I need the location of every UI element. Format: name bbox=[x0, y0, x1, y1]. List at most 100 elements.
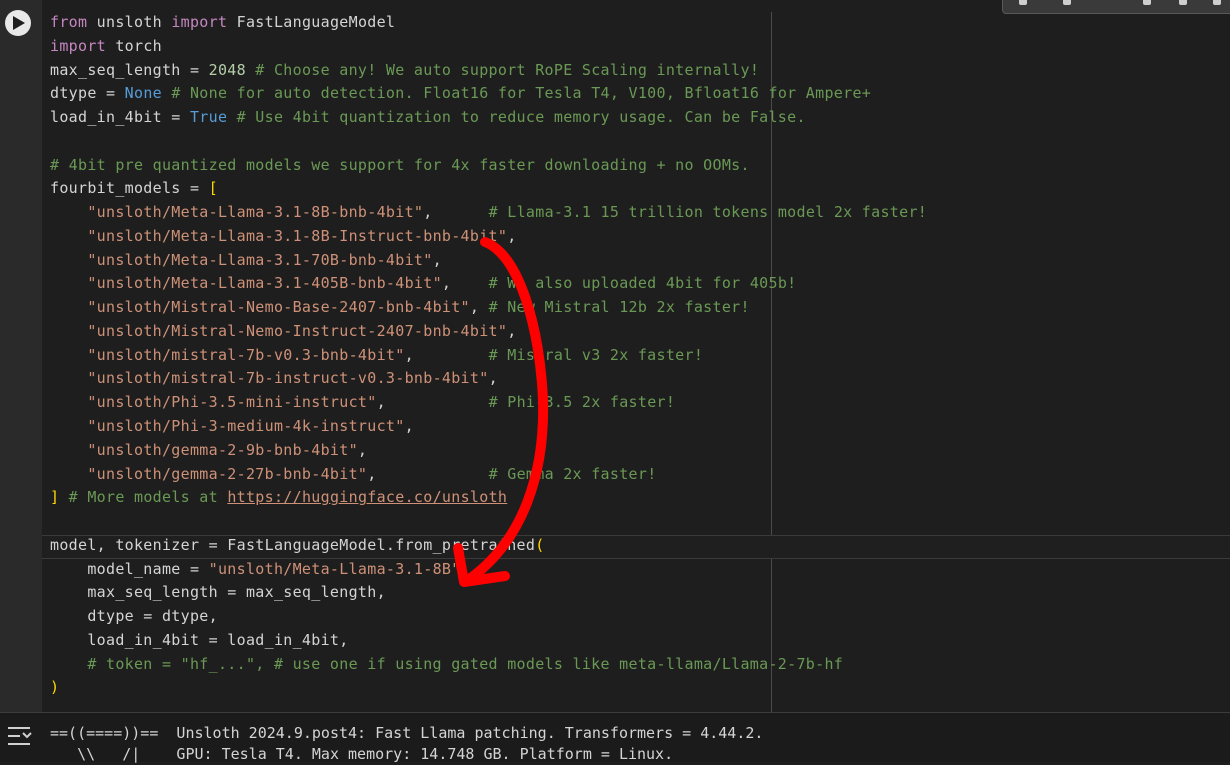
code-token: , bbox=[488, 369, 498, 388]
cell-toolbar bbox=[1002, 0, 1230, 14]
code-line[interactable]: model_name = "unsloth/Meta-Llama-3.1-8B"… bbox=[50, 558, 927, 582]
code-token: , bbox=[507, 226, 517, 245]
code-token: torch bbox=[106, 36, 162, 55]
code-token: ] bbox=[50, 488, 60, 507]
code-line[interactable] bbox=[50, 130, 927, 154]
code-token: # Use 4bit quantization to reduce memory… bbox=[227, 108, 806, 127]
code-line[interactable]: "unsloth/gemma-2-27b-bnb-4bit", # Gemma … bbox=[50, 463, 927, 487]
code-token: , bbox=[404, 417, 414, 436]
code-token: , bbox=[367, 464, 489, 483]
code-token: , bbox=[423, 203, 489, 222]
code-line[interactable]: "unsloth/Mistral-Nemo-Instruct-2407-bnb-… bbox=[50, 320, 927, 344]
code-line[interactable]: # 4bit pre quantized models we support f… bbox=[50, 154, 927, 178]
code-content[interactable]: from unsloth import FastLanguageModel imp… bbox=[50, 11, 927, 700]
code-token: , bbox=[432, 250, 442, 269]
code-line[interactable]: dtype = None # None for auto detection. … bbox=[50, 82, 927, 106]
code-line[interactable]: "unsloth/gemma-2-9b-bnb-4bit", bbox=[50, 439, 927, 463]
toolbar-icon[interactable] bbox=[1019, 0, 1027, 5]
code-token: "unsloth/Mistral-Nemo-Base-2407-bnb-4bit… bbox=[87, 298, 470, 317]
code-token: [ bbox=[208, 179, 218, 198]
output-toggle-icon[interactable] bbox=[6, 725, 32, 747]
code-line[interactable]: # token = "hf_...", # use one if using g… bbox=[50, 653, 927, 677]
code-token: , bbox=[357, 440, 368, 459]
code-token: "unsloth/Mistral-Nemo-Instruct-2407-bnb-… bbox=[87, 321, 508, 340]
code-token: "unsloth/gemma-2-9b-bnb-4bit" bbox=[87, 440, 358, 459]
code-link[interactable]: https://huggingface.co/unsloth bbox=[227, 488, 507, 506]
code-line[interactable]: fourbit_models = [ bbox=[50, 177, 927, 201]
code-token: import bbox=[171, 13, 228, 31]
code-token: max_seq_length = bbox=[50, 60, 209, 79]
output-line: ==((====))== Unsloth 2024.9.post4: Fast … bbox=[50, 724, 764, 742]
code-line[interactable]: "unsloth/Meta-Llama-3.1-405B-bnb-4bit", … bbox=[50, 272, 927, 296]
code-token: , bbox=[441, 274, 489, 293]
toolbar-icon[interactable] bbox=[1179, 0, 1187, 5]
play-icon bbox=[13, 16, 25, 30]
code-line[interactable]: model, tokenizer = FastLanguageModel.fro… bbox=[50, 534, 927, 558]
code-line[interactable]: import torch bbox=[50, 35, 927, 59]
code-line[interactable]: load_in_4bit = True # Use 4bit quantizat… bbox=[50, 106, 927, 130]
code-token: , bbox=[460, 559, 470, 578]
code-token: "unsloth/Meta-Llama-3.1-8B-bnb-4bit" bbox=[87, 203, 424, 222]
code-token: ) bbox=[50, 678, 60, 697]
code-token: load_in_4bit = load_in_4bit, bbox=[50, 630, 349, 649]
code-line[interactable]: "unsloth/mistral-7b-v0.3-bnb-4bit", # Mi… bbox=[50, 344, 927, 368]
code-token: 2048 bbox=[208, 60, 246, 79]
run-cell-button[interactable] bbox=[5, 10, 31, 36]
code-token: "unsloth/gemma-2-27b-bnb-4bit" bbox=[87, 464, 368, 483]
code-token: True bbox=[189, 108, 228, 127]
code-token: "unsloth/Phi-3.5-mini-instruct" bbox=[87, 393, 377, 412]
code-line[interactable]: load_in_4bit = load_in_4bit, bbox=[50, 629, 927, 653]
code-line[interactable]: "unsloth/Mistral-Nemo-Base-2407-bnb-4bit… bbox=[50, 296, 927, 320]
code-line[interactable]: "unsloth/Meta-Llama-3.1-8B-Instruct-bnb-… bbox=[50, 225, 927, 249]
code-line[interactable]: dtype = dtype, bbox=[50, 605, 927, 629]
code-line[interactable] bbox=[50, 510, 927, 534]
code-token: model, tokenizer = FastLanguageModel.fro… bbox=[50, 535, 536, 554]
code-line[interactable]: max_seq_length = 2048 # Choose any! We a… bbox=[50, 59, 927, 83]
code-token: # Choose any! We auto support RoPE Scali… bbox=[245, 60, 760, 79]
toolbar-icon[interactable] bbox=[1063, 0, 1071, 5]
code-token: None bbox=[124, 84, 162, 103]
code-line[interactable]: from unsloth import FastLanguageModel bbox=[50, 11, 927, 35]
code-token: from bbox=[50, 13, 88, 31]
code-token: "unsloth/Meta-Llama-3.1-8B" bbox=[208, 559, 461, 578]
code-token: "unsloth/Phi-3-medium-4k-instruct" bbox=[87, 417, 405, 436]
code-token: , bbox=[469, 298, 489, 317]
code-token: dtype = bbox=[50, 84, 125, 103]
toolbar-icon[interactable] bbox=[1213, 0, 1221, 5]
code-line[interactable]: "unsloth/Phi-3.5-mini-instruct", # Phi-3… bbox=[50, 391, 927, 415]
code-token: # Mistral v3 2x faster! bbox=[488, 345, 704, 364]
code-token: max_seq_length = max_seq_length, bbox=[50, 583, 386, 602]
code-line[interactable]: "unsloth/Meta-Llama-3.1-8B-bnb-4bit", # … bbox=[50, 201, 927, 225]
code-token: , bbox=[376, 393, 489, 412]
code-line[interactable]: max_seq_length = max_seq_length, bbox=[50, 581, 927, 605]
code-token: # New Mistral 12b 2x faster! bbox=[488, 298, 750, 317]
code-token: # More models at bbox=[59, 488, 228, 507]
code-line[interactable]: "unsloth/Phi-3-medium-4k-instruct", bbox=[50, 415, 927, 439]
code-line[interactable]: "unsloth/mistral-7b-instruct-v0.3-bnb-4b… bbox=[50, 367, 927, 391]
code-token: dtype = dtype, bbox=[50, 607, 218, 626]
code-token: "unsloth/Meta-Llama-3.1-405B-bnb-4bit" bbox=[87, 274, 442, 293]
code-line[interactable]: ) bbox=[50, 676, 927, 700]
code-token: , bbox=[507, 321, 517, 340]
output-area: ==((====))== Unsloth 2024.9.post4: Fast … bbox=[0, 712, 1230, 763]
code-token: fourbit_models = bbox=[50, 179, 209, 198]
code-token: "unsloth/mistral-7b-instruct-v0.3-bnb-4b… bbox=[87, 369, 489, 388]
code-token: # We also uploaded 4bit for 405b! bbox=[488, 274, 797, 293]
output-line: \\ /| GPU: Tesla T4. Max memory: 14.748 … bbox=[50, 745, 674, 763]
toolbar-icon[interactable] bbox=[1143, 0, 1151, 5]
code-line[interactable]: "unsloth/Meta-Llama-3.1-70B-bnb-4bit", bbox=[50, 249, 927, 273]
code-token: load_in_4bit = bbox=[50, 108, 190, 127]
code-line[interactable]: ] # More models at https://huggingface.c… bbox=[50, 486, 927, 510]
code-token: model_name = bbox=[50, 559, 209, 578]
